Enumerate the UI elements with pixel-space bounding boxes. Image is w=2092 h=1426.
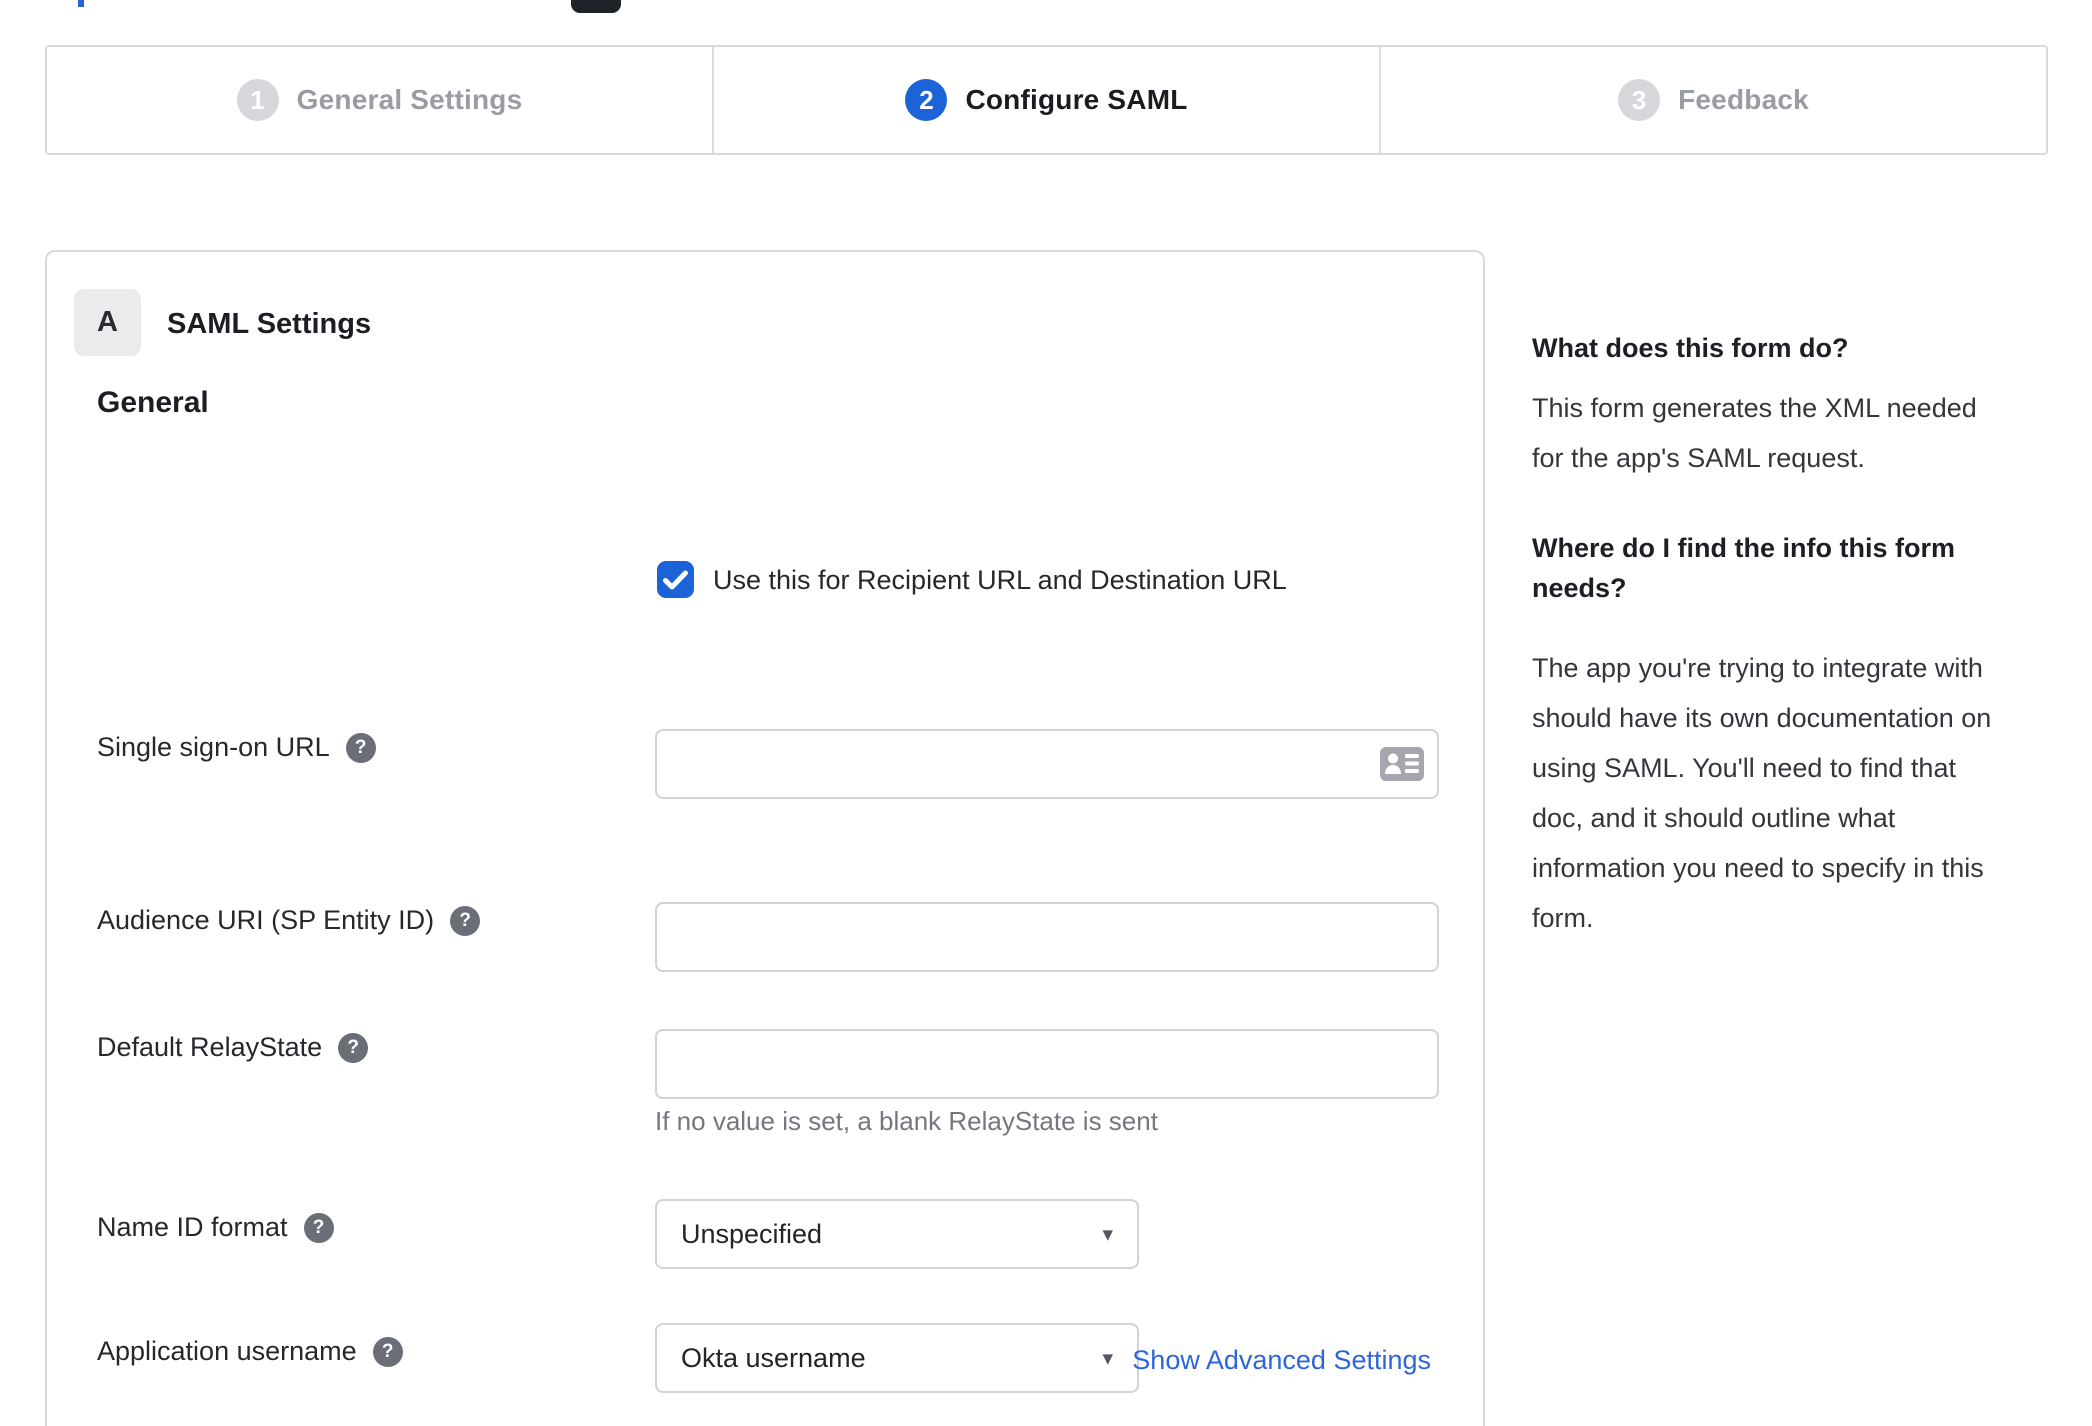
audience-uri-input[interactable]: [655, 902, 1439, 972]
recipient-url-checkbox-label[interactable]: Use this for Recipient URL and Destinati…: [713, 565, 1287, 596]
application-username-value: Okta username: [681, 1342, 866, 1373]
chevron-down-icon: ▾: [1102, 1222, 1113, 1246]
relay-state-label: Default RelayState ?: [97, 1032, 369, 1063]
sidebar-heading-where: Where do I find the info this form needs…: [1532, 533, 1955, 603]
help-icon[interactable]: ?: [450, 905, 481, 936]
wizard-stepper: 1 General Settings 2 Configure SAML 3 Fe…: [45, 45, 2048, 155]
name-id-format-value: Unspecified: [681, 1218, 823, 1249]
recipient-url-checkbox[interactable]: [657, 561, 694, 598]
step-number-badge: 2: [905, 79, 948, 121]
name-id-format-label: Name ID format ?: [97, 1212, 334, 1243]
step-label: Feedback: [1678, 84, 1809, 115]
saml-settings-panel: A SAML Settings General Single sign-on U…: [45, 250, 1485, 1426]
sso-url-input[interactable]: [655, 729, 1439, 799]
step-label: Configure SAML: [965, 84, 1188, 115]
audience-uri-label: Audience URI (SP Entity ID) ?: [97, 905, 481, 936]
general-group-heading: General: [97, 386, 209, 419]
application-username-label-text: Application username: [97, 1336, 357, 1366]
help-icon[interactable]: ?: [303, 1212, 334, 1243]
sidebar-body-what: This form generates the XML needed for t…: [1532, 393, 1977, 473]
relay-state-hint: If no value is set, a blank RelayState i…: [655, 1106, 1158, 1136]
step-configure-saml[interactable]: 2 Configure SAML: [712, 47, 1379, 153]
name-id-format-select[interactable]: Unspecified ▾: [655, 1199, 1139, 1269]
section-title: SAML Settings: [167, 308, 372, 340]
clipped-header-fragment-dark: [571, 0, 621, 13]
chevron-down-icon: ▾: [1102, 1346, 1113, 1370]
relay-state-input[interactable]: [655, 1029, 1439, 1099]
audience-uri-label-text: Audience URI (SP Entity ID): [97, 905, 435, 935]
application-username-label: Application username ?: [97, 1336, 403, 1367]
clipped-header-fragment-blue: [78, 0, 84, 7]
step-number-badge: 1: [236, 79, 279, 121]
step-number-badge: 3: [1618, 79, 1661, 121]
sso-url-label-text: Single sign-on URL: [97, 732, 330, 762]
step-label: General Settings: [296, 84, 523, 115]
help-icon[interactable]: ?: [372, 1336, 403, 1367]
sso-url-label: Single sign-on URL ?: [97, 732, 376, 763]
page: 1 General Settings 2 Configure SAML 3 Fe…: [0, 0, 2092, 1426]
section-letter-badge: A: [74, 289, 141, 356]
show-advanced-settings-link[interactable]: Show Advanced Settings: [1132, 1345, 1431, 1376]
step-general-settings[interactable]: 1 General Settings: [47, 47, 712, 153]
sidebar-body-where: The app you're trying to integrate with …: [1532, 653, 1992, 933]
step-feedback[interactable]: 3 Feedback: [1379, 47, 2046, 153]
relay-state-label-text: Default RelayState: [97, 1032, 323, 1062]
sidebar-heading-what: What does this form do?: [1532, 333, 1849, 363]
name-id-format-label-text: Name ID format: [97, 1212, 288, 1242]
help-icon[interactable]: ?: [338, 1032, 369, 1063]
application-username-select[interactable]: Okta username ▾: [655, 1323, 1139, 1393]
help-icon[interactable]: ?: [345, 732, 376, 763]
